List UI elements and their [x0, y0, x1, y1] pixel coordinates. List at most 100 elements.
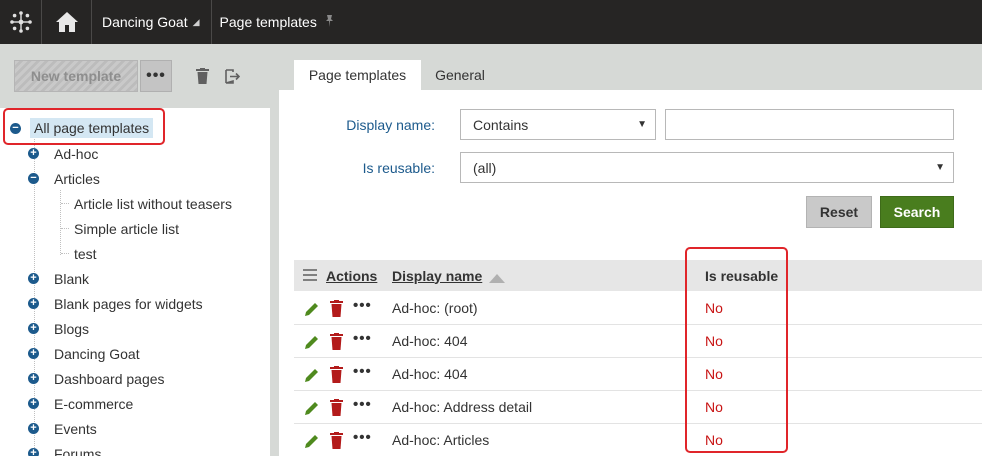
tree-item-dashboard-pages[interactable]: + Dashboard pages [28, 368, 165, 390]
tree-item-label: Articles [54, 171, 100, 187]
tree-item-articles[interactable]: − Articles [28, 168, 100, 190]
display-name-cell: Ad-hoc: 404 [392, 366, 468, 382]
move-icon[interactable] [225, 68, 240, 84]
tree-connector [61, 203, 69, 204]
tree-item-forums[interactable]: + Forums [28, 443, 101, 456]
tree-item-label: Blogs [54, 321, 90, 337]
display-name-operator-select[interactable]: Contains ▼ [460, 109, 656, 140]
display-name-cell: Ad-hoc: (root) [392, 300, 478, 316]
trash-icon[interactable] [196, 68, 209, 84]
app-name: Page templates [219, 14, 317, 30]
tree-item-test[interactable]: test [74, 243, 97, 265]
display-name-input[interactable] [665, 109, 954, 140]
kentico-logo-icon[interactable] [0, 0, 42, 44]
tree-connector [60, 190, 61, 255]
edit-icon[interactable] [304, 400, 320, 419]
is-reusable-column-header[interactable]: Is reusable [705, 268, 778, 284]
expand-icon[interactable]: + [28, 423, 39, 434]
site-name: Dancing Goat [102, 14, 188, 30]
pin-icon[interactable] [324, 14, 335, 30]
edit-icon[interactable] [304, 433, 320, 452]
tree-item-label: Forums [54, 446, 102, 456]
dropdown-arrow-icon: ▼ [935, 162, 945, 173]
display-name-operator-value: Contains [473, 116, 529, 133]
edit-icon[interactable] [304, 367, 320, 386]
home-icon[interactable] [42, 0, 92, 44]
more-actions-button[interactable]: ••• [140, 60, 172, 92]
left-panel: New template ••• − All page templates + … [0, 44, 279, 456]
display-name-label: Display name: [346, 117, 435, 133]
expand-icon[interactable]: + [28, 398, 39, 409]
is-reusable-cell: No [705, 366, 723, 382]
collapse-icon[interactable]: − [10, 123, 21, 134]
table-row: ••• Ad-hoc: 404 No [294, 358, 982, 391]
display-name-cell: Ad-hoc: Articles [392, 432, 490, 448]
tree-item-blank[interactable]: + Blank [28, 268, 89, 290]
column-menu-icon[interactable] [303, 268, 317, 284]
new-template-button[interactable]: New template [14, 60, 138, 92]
delete-icon[interactable] [330, 366, 343, 386]
actions-column-header[interactable]: Actions [326, 268, 377, 284]
tab-page-templates[interactable]: Page templates [294, 60, 421, 90]
expand-icon[interactable]: + [28, 373, 39, 384]
tab-general[interactable]: General [425, 60, 495, 90]
expand-icon[interactable]: + [28, 448, 39, 456]
is-reusable-value: (all) [473, 159, 497, 176]
more-actions-icon[interactable]: ••• [353, 429, 372, 446]
is-reusable-select[interactable]: (all) ▼ [460, 152, 954, 183]
tree-item-blogs[interactable]: + Blogs [28, 318, 89, 340]
more-actions-icon[interactable]: ••• [353, 330, 372, 347]
tree-item-article-list-without-teasers[interactable]: Article list without teasers [74, 193, 232, 215]
table-row: ••• Ad-hoc: 404 No [294, 325, 982, 358]
expand-icon[interactable]: + [28, 298, 39, 309]
more-actions-icon[interactable]: ••• [353, 297, 372, 314]
tree-item-e-commerce[interactable]: + E-commerce [28, 393, 133, 415]
left-toolbar: New template ••• [14, 60, 276, 92]
tree-item-label: Simple article list [74, 221, 180, 237]
template-tree: − All page templates + Ad-hoc − Articles… [0, 108, 270, 456]
tree-item-label: test [74, 246, 97, 262]
display-name-column-header[interactable]: Display name [392, 268, 482, 284]
delete-icon[interactable] [330, 432, 343, 452]
more-actions-icon[interactable]: ••• [353, 363, 372, 380]
delete-icon[interactable] [330, 300, 343, 320]
is-reusable-cell: No [705, 333, 723, 349]
edit-icon[interactable] [304, 334, 320, 353]
sort-ascending-icon[interactable] [489, 270, 505, 286]
tree-item-ad-hoc[interactable]: + Ad-hoc [28, 143, 98, 165]
caret-down-icon: ◢ [192, 16, 200, 27]
is-reusable-cell: No [705, 432, 723, 448]
top-bar: Dancing Goat ◢ Page templates [0, 0, 982, 44]
delete-icon[interactable] [330, 399, 343, 419]
tree-item-label: Events [54, 421, 97, 437]
tree-item-label: Blank pages for widgets [54, 296, 203, 312]
tree-item-label: Ad-hoc [54, 146, 99, 162]
more-actions-icon[interactable]: ••• [353, 396, 372, 413]
tree-item-blank-pages-for-widgets[interactable]: + Blank pages for widgets [28, 293, 203, 315]
expand-icon[interactable]: + [28, 148, 39, 159]
tree-root-item[interactable]: − All page templates [10, 117, 154, 139]
tree-connector [61, 253, 69, 254]
tree-item-label: Dashboard pages [54, 371, 165, 387]
reset-button[interactable]: Reset [806, 196, 872, 228]
site-selector[interactable]: Dancing Goat ◢ [92, 0, 212, 44]
expand-icon[interactable]: + [28, 348, 39, 359]
delete-icon[interactable] [330, 333, 343, 353]
expand-icon[interactable]: + [28, 273, 39, 284]
is-reusable-cell: No [705, 399, 723, 415]
app-breadcrumb: Page templates [212, 0, 345, 44]
tree-item-dancing-goat[interactable]: + Dancing Goat [28, 343, 140, 365]
display-name-cell: Ad-hoc: 404 [392, 333, 468, 349]
search-button[interactable]: Search [880, 196, 954, 228]
collapse-icon[interactable]: − [28, 173, 39, 184]
tree-item-simple-article-list[interactable]: Simple article list [74, 218, 179, 240]
edit-icon[interactable] [304, 301, 320, 320]
tree-item-label: E-commerce [54, 396, 134, 412]
tree-item-label: Blank [54, 271, 90, 287]
is-reusable-label: Is reusable: [362, 160, 435, 176]
dropdown-arrow-icon: ▼ [637, 119, 647, 130]
tree-item-events[interactable]: + Events [28, 418, 97, 440]
tree-item-label: Dancing Goat [54, 346, 140, 362]
table-row: ••• Ad-hoc: (root) No [294, 292, 982, 325]
expand-icon[interactable]: + [28, 323, 39, 334]
